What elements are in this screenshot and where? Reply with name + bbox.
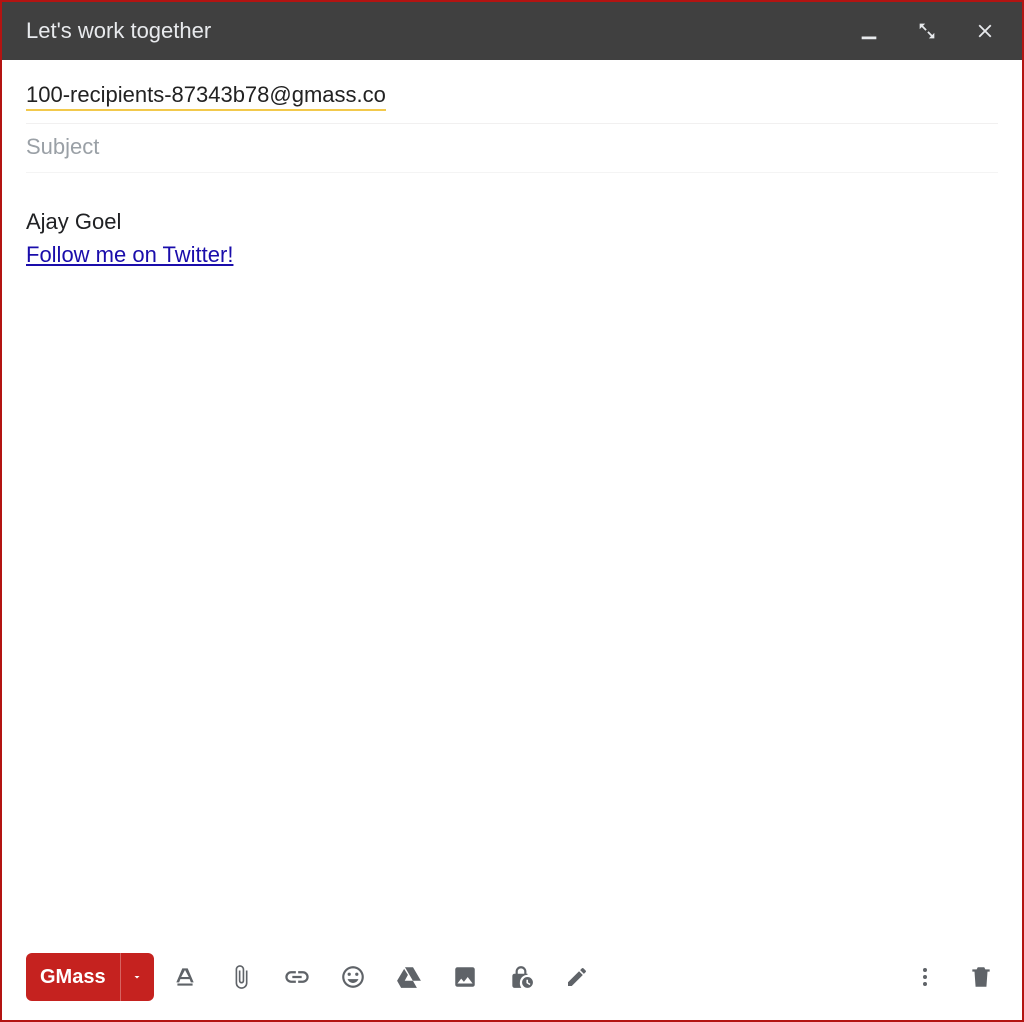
drive-icon [396, 964, 422, 990]
link-icon [283, 963, 311, 991]
gmass-send-more-button[interactable] [120, 953, 154, 1001]
header-fields: 100-recipients-87343b78@gmass.co [2, 60, 1022, 173]
expand-icon [916, 20, 938, 42]
subject-row [26, 124, 998, 173]
minimize-icon [858, 20, 880, 42]
emoji-icon [340, 964, 366, 990]
insert-signature-button[interactable] [560, 960, 594, 994]
recipient-chip[interactable]: 100-recipients-87343b78@gmass.co [26, 82, 386, 111]
discard-draft-button[interactable] [964, 960, 998, 994]
more-vert-icon [913, 965, 937, 989]
insert-drive-button[interactable] [392, 960, 426, 994]
titlebar-actions [852, 14, 1002, 48]
lock-clock-icon [508, 964, 534, 990]
paperclip-icon [228, 964, 254, 990]
compose-toolbar: GMass [2, 934, 1022, 1020]
more-options-button[interactable] [908, 960, 942, 994]
minimize-button[interactable] [852, 14, 886, 48]
subject-input[interactable] [26, 134, 998, 160]
formatting-options-button[interactable] [168, 960, 202, 994]
popout-button[interactable] [910, 14, 944, 48]
right-tools [908, 960, 998, 994]
formatting-tools [168, 960, 908, 994]
pen-icon [565, 965, 589, 989]
insert-link-button[interactable] [280, 960, 314, 994]
signature-twitter-link[interactable]: Follow me on Twitter! [26, 242, 233, 267]
trash-icon [968, 964, 994, 990]
insert-photo-button[interactable] [448, 960, 482, 994]
titlebar: Let's work together [2, 2, 1022, 60]
insert-emoji-button[interactable] [336, 960, 370, 994]
text-format-icon [172, 964, 198, 990]
attach-file-button[interactable] [224, 960, 258, 994]
send-button-group: GMass [26, 953, 154, 1001]
signature-name: Ajay Goel [26, 205, 998, 238]
window-title: Let's work together [26, 18, 852, 44]
close-icon [974, 20, 996, 42]
gmass-send-button[interactable]: GMass [26, 953, 120, 1001]
compose-window: Let's work together 100-recipients-87343… [0, 0, 1024, 1022]
confidential-mode-button[interactable] [504, 960, 538, 994]
recipients-row[interactable]: 100-recipients-87343b78@gmass.co [26, 72, 998, 124]
message-body[interactable]: Ajay Goel Follow me on Twitter! [2, 173, 1022, 934]
caret-down-icon [131, 971, 143, 983]
image-icon [452, 964, 478, 990]
close-button[interactable] [968, 14, 1002, 48]
